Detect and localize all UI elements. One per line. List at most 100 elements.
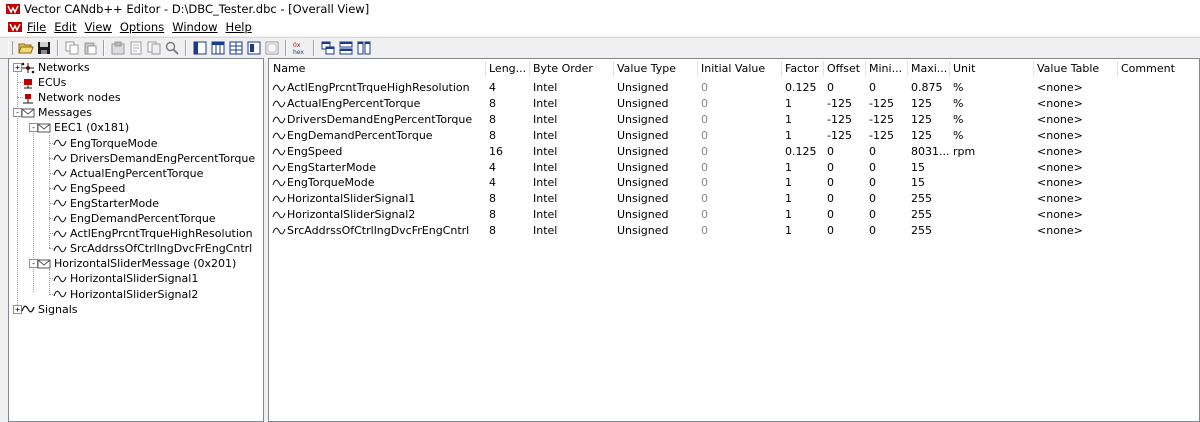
- title-bar: Vector CANdb++ Editor - D:\DBC_Tester.db…: [0, 0, 1200, 18]
- table-cell: 0: [869, 160, 876, 174]
- view-detail-icon[interactable]: [246, 40, 262, 56]
- table-cell: Intel: [533, 144, 558, 158]
- table-cell: -125: [827, 112, 852, 126]
- signal-name-cell: EngDemandPercentTorque: [272, 128, 433, 144]
- document-icon[interactable]: [8, 21, 22, 33]
- column-header[interactable]: Offset: [827, 59, 860, 78]
- menu-view[interactable]: View: [83, 20, 118, 34]
- tree-item-label: HorizontalSliderSignal1: [70, 272, 199, 286]
- signal-icon: [53, 197, 67, 209]
- table-cell: <none>: [1037, 224, 1083, 238]
- column-header[interactable]: Factor: [785, 59, 819, 78]
- table-cell: 0: [701, 96, 708, 110]
- hex-icon[interactable]: 0x hex: [292, 40, 308, 56]
- table-cell: 0: [827, 160, 834, 174]
- tree-item-label: EngDemandPercentTorque: [70, 212, 216, 225]
- table-row[interactable]: EngSpeed 16 Intel Unsigned 0 0.125 0 0 8031... rp…: [269, 144, 1199, 160]
- table-cell: %: [953, 96, 964, 110]
- copy-icon[interactable]: [64, 40, 80, 56]
- table-cell: 0: [701, 224, 708, 238]
- table-row[interactable]: ActlEngPrcntTrqueHighResolution 4 Intel Uns…: [269, 80, 1199, 96]
- column-header[interactable]: Comment: [1121, 59, 1175, 78]
- save-icon[interactable]: [36, 40, 52, 56]
- column-header[interactable]: Initial Value: [701, 59, 765, 78]
- table-row[interactable]: ActualEngPercentTorque 8 Intel Unsigned 0 1 -1…: [269, 96, 1199, 112]
- tree-item[interactable]: EngSpeed: [53, 181, 125, 196]
- tree-item[interactable]: DriversDemandEngPercentTorque: [53, 151, 255, 166]
- tile-vertical-icon[interactable]: [356, 40, 372, 56]
- view-list-icon[interactable]: [192, 40, 208, 56]
- table-row[interactable]: DriversDemandEngPercentTorque 8 Intel Unsig…: [269, 112, 1199, 128]
- menu-help[interactable]: Help: [224, 20, 258, 34]
- network-icon: [21, 62, 35, 74]
- tree-item[interactable]: EngTorqueMode: [53, 136, 158, 151]
- column-header[interactable]: Leng...: [489, 59, 526, 78]
- tree-item[interactable]: ActlEngPrcntTrqueHighResolution: [53, 226, 253, 241]
- search-icon[interactable]: [164, 40, 180, 56]
- table-cell: 0.125: [785, 144, 817, 158]
- properties-icon[interactable]: [110, 40, 126, 56]
- column-header[interactable]: Value Table: [1037, 59, 1099, 78]
- signal-name-cell: SrcAddrssOfCtrllngDvcFrEngCntrl: [272, 223, 469, 239]
- table-cell: 1: [785, 208, 792, 222]
- table-row[interactable]: HorizontalSliderSignal2 8 Intel Unsigned 0 1 0…: [269, 207, 1199, 223]
- tree-item[interactable]: Signals: [21, 302, 78, 317]
- cascade-windows-icon[interactable]: [320, 40, 336, 56]
- tree-item[interactable]: SrcAddrssOfCtrllngDvcFrEngCntrl: [53, 241, 252, 256]
- view-columns-icon[interactable]: [210, 40, 226, 56]
- tree-item-label: SrcAddrssOfCtrllngDvcFrEngCntrl: [70, 242, 253, 256]
- paste-icon[interactable]: [82, 40, 98, 56]
- tree-item-label: ActualEngPercentTorque: [70, 166, 204, 180]
- table-row[interactable]: EngDemandPercentTorque 8 Intel Unsigned 0 1 -1…: [269, 128, 1199, 144]
- table-cell: 16: [489, 144, 503, 158]
- table-cell: 0: [869, 144, 876, 158]
- view-disabled-icon[interactable]: [264, 40, 280, 56]
- copy-document-icon[interactable]: [146, 40, 162, 56]
- table-cell: 15: [911, 176, 925, 190]
- tree-item[interactable]: Networks: [21, 60, 90, 75]
- tree-item[interactable]: ActualEngPercentTorque: [53, 166, 203, 181]
- tree-item-label: EngStarterMode: [70, 196, 160, 210]
- menu-edit[interactable]: Edit: [52, 20, 82, 34]
- tree-item[interactable]: EngDemandPercentTorque: [53, 211, 216, 226]
- tree-item[interactable]: HorizontalSliderSignal2: [53, 287, 198, 302]
- tree-item[interactable]: EEC1 (0x181): [37, 120, 129, 135]
- tree-item[interactable]: HorizontalSliderSignal1: [53, 271, 198, 286]
- tree-item-label: Signals: [38, 302, 78, 316]
- table-row[interactable]: EngStarterMode 4 Intel Unsigned 0 1 0 0 15 <none>: [269, 160, 1199, 176]
- table-cell: Unsigned: [617, 112, 669, 126]
- signal-table[interactable]: Name Leng... Byte Order Value Type Initial V…: [268, 58, 1200, 422]
- view-grid-icon[interactable]: [228, 40, 244, 56]
- tree-item[interactable]: HorizontalSliderMessage (0x201): [37, 256, 236, 271]
- toolbar-grip[interactable]: [8, 41, 13, 55]
- tile-horizontal-icon[interactable]: [338, 40, 354, 56]
- table-row[interactable]: EngTorqueMode 4 Intel Unsigned 0 1 0 0 15 <none>: [269, 175, 1199, 191]
- table-row[interactable]: SrcAddrssOfCtrllngDvcFrEngCntrl 8 Intel Uns…: [269, 223, 1199, 239]
- column-header[interactable]: Value Type: [617, 59, 676, 78]
- tree-item-label: HorizontalSliderMessage (0x201): [54, 257, 237, 271]
- network-node-icon: [21, 92, 35, 104]
- column-header[interactable]: Unit: [953, 59, 975, 78]
- menu-options[interactable]: Options: [118, 20, 170, 34]
- table-row[interactable]: HorizontalSliderSignal1 8 Intel Unsigned 0 1 0…: [269, 191, 1199, 207]
- document-edit-icon[interactable]: [128, 40, 144, 56]
- menu-file[interactable]: File: [25, 20, 52, 34]
- column-header[interactable]: Maxi...: [911, 59, 947, 78]
- tree-item-label: Networks: [38, 61, 90, 74]
- menu-window[interactable]: Window: [170, 20, 223, 34]
- toolbar: 0x hex: [0, 37, 1200, 59]
- table-cell: 1: [785, 176, 792, 190]
- column-header[interactable]: Byte Order: [533, 59, 593, 78]
- column-header[interactable]: Mini...: [869, 59, 902, 78]
- column-header[interactable]: Name: [273, 59, 305, 78]
- tree-item[interactable]: ECUs: [21, 75, 66, 90]
- table-cell: 255: [911, 208, 932, 222]
- tree-item[interactable]: Messages: [21, 105, 92, 120]
- tree-item[interactable]: EngStarterMode: [53, 196, 159, 211]
- tree-view[interactable]: + Networks ECUs Network nodes - Messages - EEC1…: [8, 58, 264, 422]
- open-folder-icon[interactable]: [18, 40, 34, 56]
- tree-item[interactable]: Network nodes: [21, 90, 121, 105]
- signal-name-cell: EngTorqueMode: [272, 175, 375, 191]
- signal-icon: [53, 288, 67, 300]
- table-cell: 1: [785, 192, 792, 206]
